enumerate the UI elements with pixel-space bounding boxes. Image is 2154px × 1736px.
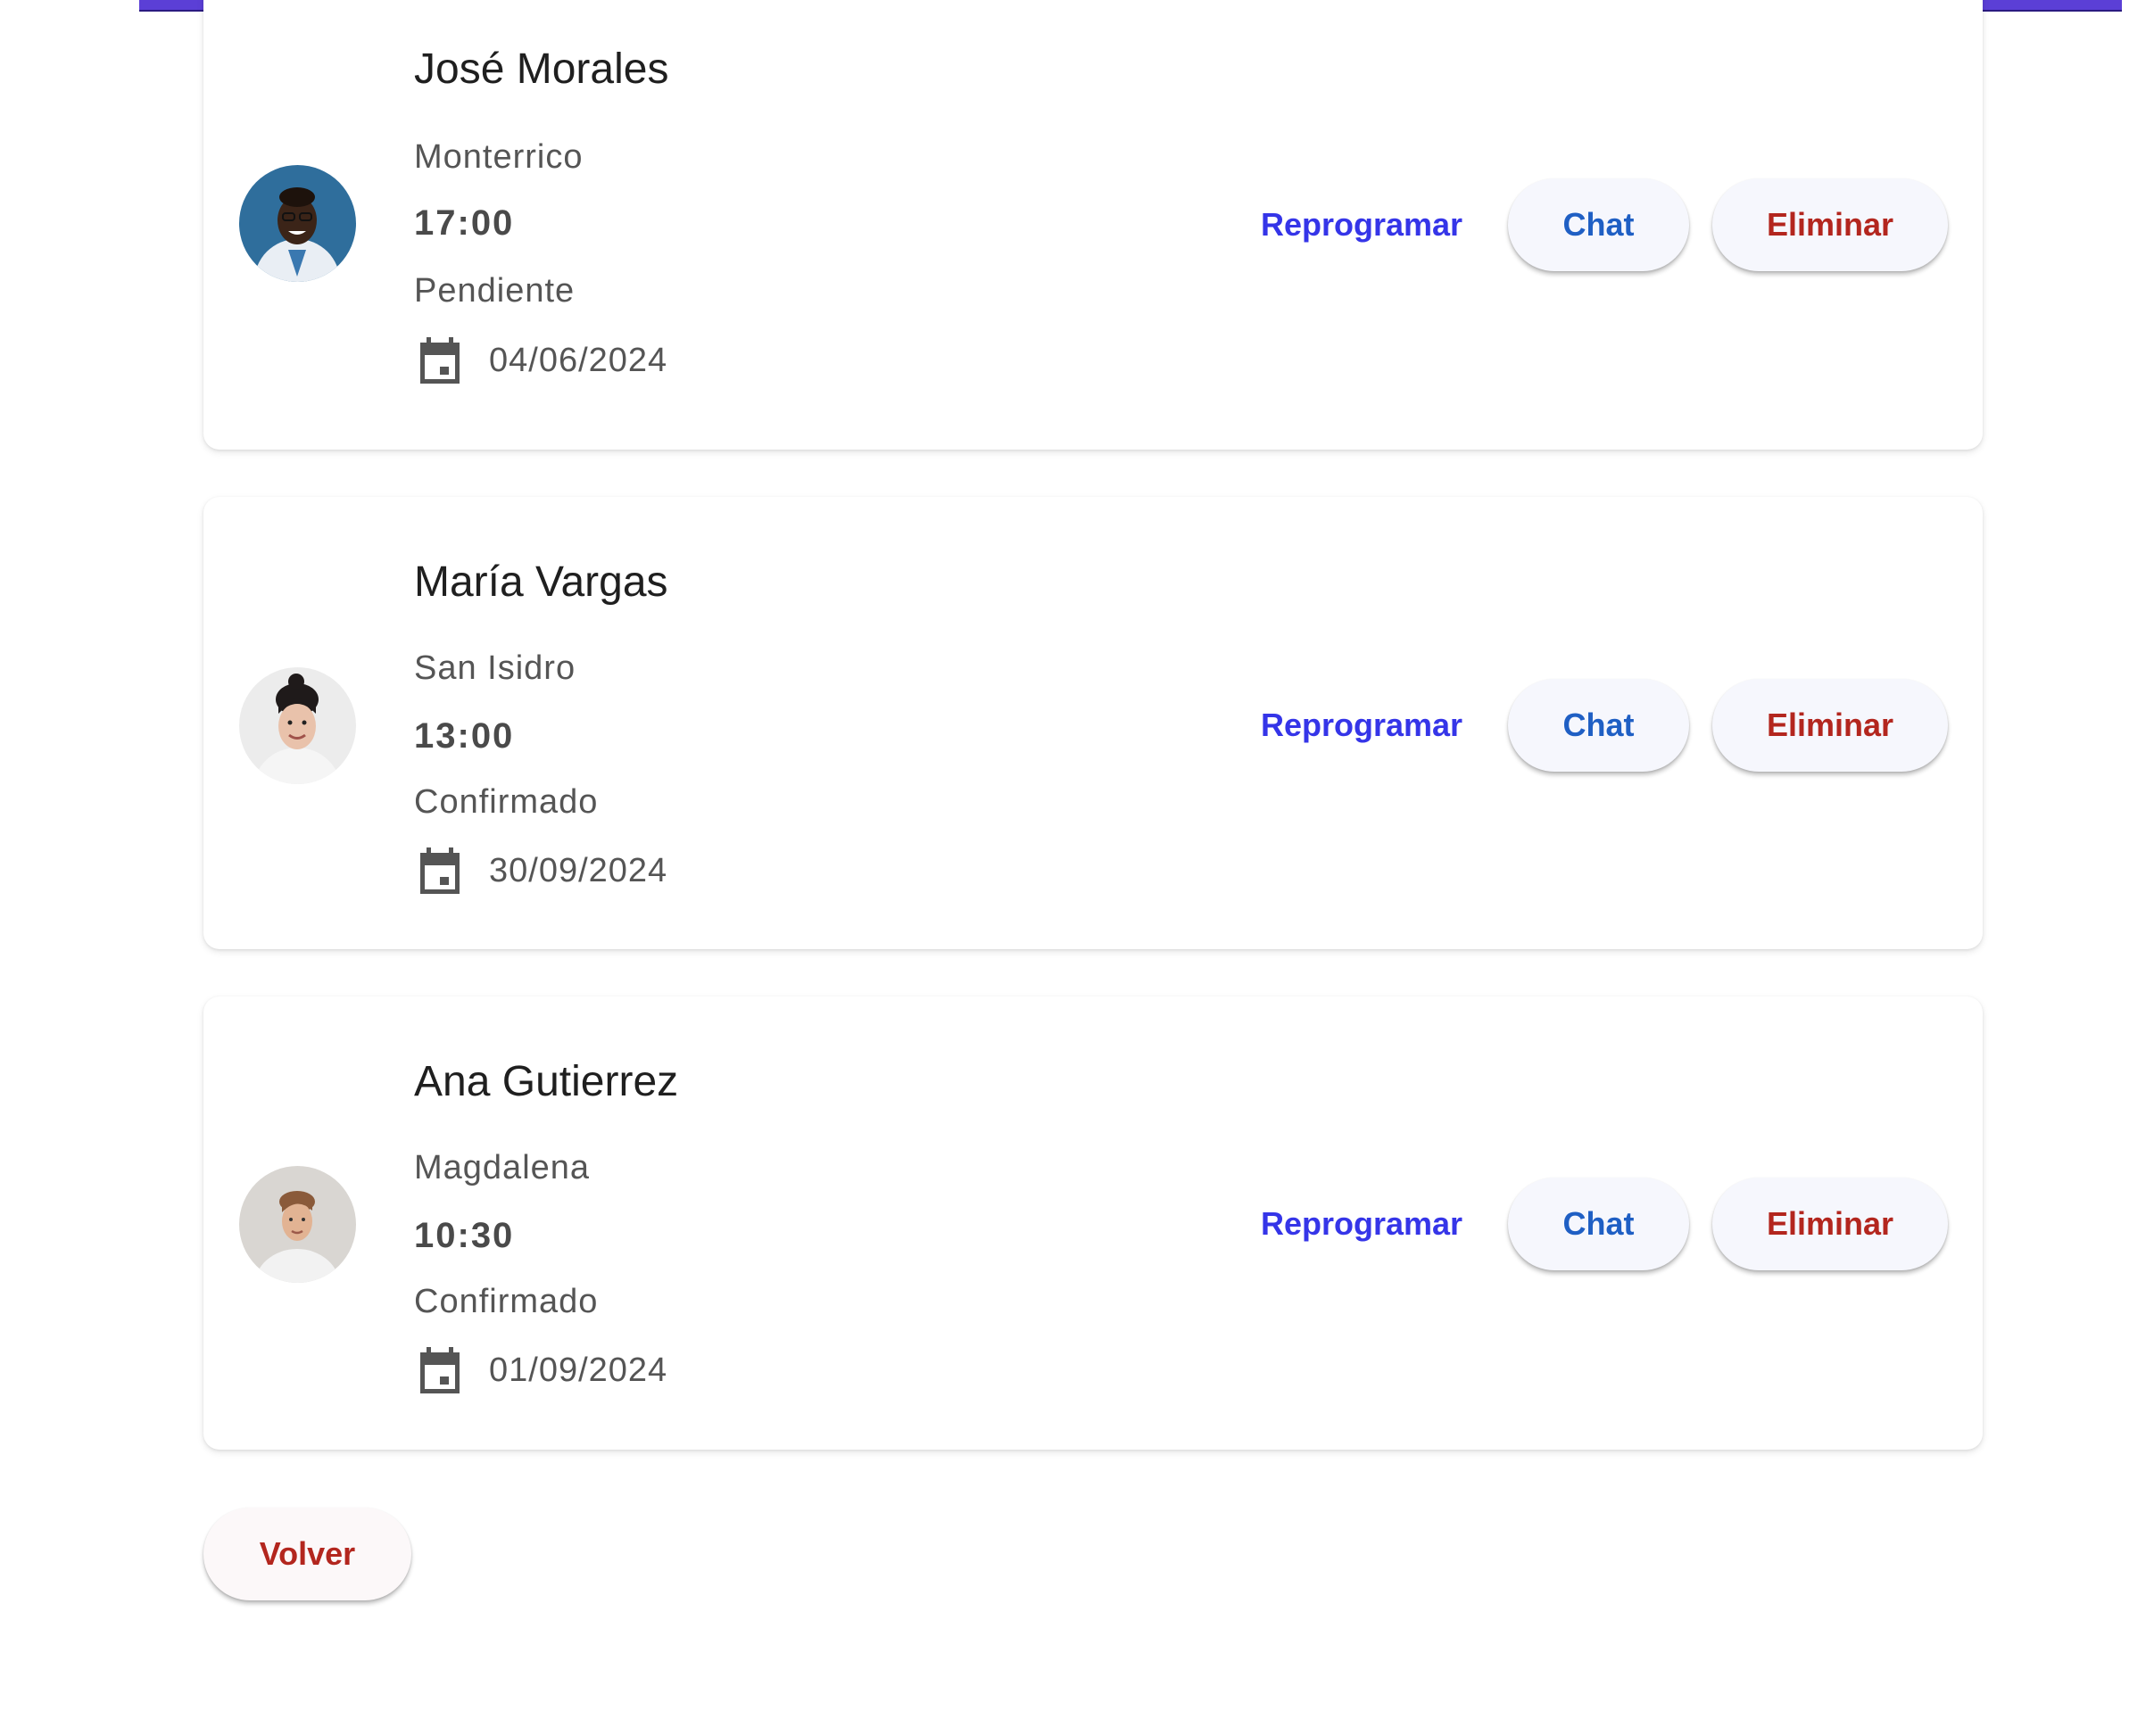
calendar-icon [420,337,460,384]
calendar-icon [420,847,460,894]
chat-button[interactable]: Chat [1508,679,1689,772]
appointment-card: Ana Gutierrez Magdalena 10:30 Confirmado… [203,996,1983,1450]
back-button[interactable]: Volver [203,1508,411,1600]
reschedule-button[interactable]: Reprogramar [1255,180,1469,269]
client-location: San Isidro [414,649,576,687]
avatar [239,667,356,784]
appointment-time: 13:00 [414,716,515,756]
appointment-date: 04/06/2024 [489,342,668,379]
chat-button[interactable]: Chat [1508,178,1689,271]
appointment-date: 30/09/2024 [489,852,668,889]
appointment-date-row: 04/06/2024 [416,335,667,385]
avatar [239,165,356,282]
appointment-time: 10:30 [414,1216,515,1255]
client-name: José Morales [414,45,669,93]
avatar [239,1166,356,1283]
client-name: Ana Gutierrez [414,1058,679,1105]
reschedule-button[interactable]: Reprogramar [1255,1179,1469,1269]
delete-button[interactable]: Eliminar [1712,679,1948,772]
appointment-card: José Morales Monterrico 17:00 Pendiente … [203,0,1983,450]
appointment-status: Confirmado [414,783,599,821]
appointment-status: Pendiente [414,272,576,310]
appointment-date-row: 30/09/2024 [416,846,667,896]
delete-button[interactable]: Eliminar [1712,1178,1948,1270]
appointment-card: María Vargas San Isidro 13:00 Confirmado… [203,497,1983,949]
appointment-date-row: 01/09/2024 [416,1345,667,1395]
delete-button[interactable]: Eliminar [1712,178,1948,271]
calendar-icon [420,1347,460,1393]
appointment-status: Confirmado [414,1283,599,1320]
appointment-date: 01/09/2024 [489,1352,668,1389]
appointment-time: 17:00 [414,203,515,243]
reschedule-button[interactable]: Reprogramar [1255,681,1469,770]
client-location: Magdalena [414,1149,591,1186]
client-location: Monterrico [414,138,584,176]
chat-button[interactable]: Chat [1508,1178,1689,1270]
client-name: María Vargas [414,558,668,606]
